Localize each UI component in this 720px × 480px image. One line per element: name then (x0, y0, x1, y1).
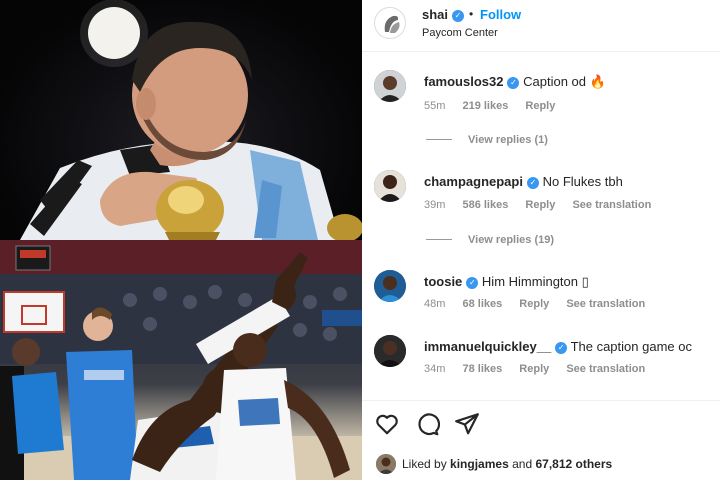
see-translation-button[interactable]: See translation (566, 298, 645, 310)
post-action-bar (362, 400, 720, 446)
avatar[interactable] (374, 335, 406, 367)
basketball-celebration-illustration (0, 240, 362, 480)
reply-button[interactable]: Reply (519, 298, 549, 310)
comment-username[interactable]: famouslos32 (424, 74, 503, 89)
liked-by-text: Liked by kingjames and 67,812 others (402, 457, 612, 471)
comment-likes[interactable]: 586 likes (462, 199, 508, 211)
comment-body: champagnepapi ✓ No Flukes tbh (424, 174, 623, 189)
reply-button[interactable]: Reply (525, 199, 555, 211)
view-replies-button[interactable]: View replies (19) (426, 234, 554, 246)
replies-divider (426, 139, 452, 140)
heart-icon (376, 414, 398, 435)
logo-icon (384, 15, 400, 33)
comment-time: 48m (424, 298, 446, 310)
comment-time: 55m (424, 100, 446, 112)
comment-meta: 48m 68 likes Reply See translation (424, 298, 659, 310)
see-translation-button[interactable]: See translation (566, 363, 645, 375)
post-sidebar: shai ✓ • Follow Paycom Center famouslos32… (362, 0, 720, 480)
verified-badge-icon: ✓ (555, 342, 568, 354)
comment-item: famouslos32 ✓ Caption od 🔥 55m 219 likes … (362, 64, 720, 148)
avatar[interactable] (374, 70, 406, 102)
comment-item: toosie ✓ Him Himmington ▯ 48m 68 likes Re… (362, 264, 720, 320)
liked-by-row: Liked by kingjames and 67,812 others (374, 452, 714, 474)
see-translation-button[interactable]: See translation (572, 199, 651, 211)
liked-by-and: and (512, 457, 533, 471)
trophy-kiss-illustration (20, 0, 362, 240)
verified-badge-icon: ✓ (526, 177, 539, 189)
comment-username[interactable]: immanuelquickley__ (424, 339, 551, 354)
comment-username[interactable]: toosie (424, 274, 462, 289)
post-username[interactable]: shai ✓ (422, 7, 465, 22)
user-photo-icon (374, 170, 406, 202)
comment-meta: 39m 586 likes Reply See translation (424, 199, 665, 211)
post-image-bottom (0, 240, 362, 480)
comment-likes[interactable]: 78 likes (462, 363, 502, 375)
verified-badge-icon: ✓ (507, 77, 520, 89)
comment-likes[interactable]: 219 likes (462, 100, 508, 112)
comment-time: 34m (424, 363, 446, 375)
comment-body: immanuelquickley__ ✓ The caption game oc (424, 339, 692, 354)
separator-dot: • (469, 7, 474, 21)
comment-likes[interactable]: 68 likes (462, 298, 502, 310)
user-photo-icon (374, 70, 406, 102)
avatar[interactable] (374, 270, 406, 302)
replies-divider (426, 239, 452, 240)
reply-button[interactable]: Reply (519, 363, 549, 375)
liked-by-prefix: Liked by (402, 457, 447, 471)
likes-count-button[interactable]: 67,812 others (535, 457, 612, 471)
reply-button[interactable]: Reply (525, 100, 555, 112)
comment-item: champagnepapi ✓ No Flukes tbh 39m 586 lik… (362, 164, 720, 254)
post-image[interactable] (0, 0, 362, 480)
comment-meta: 34m 78 likes Reply See translation (424, 363, 659, 375)
avatar[interactable] (376, 454, 396, 474)
avatar[interactable] (374, 170, 406, 202)
comment-text: The caption game oc (570, 339, 692, 354)
comment-time: 39m (424, 199, 446, 211)
user-photo-icon (374, 335, 406, 367)
post-header: shai ✓ • Follow Paycom Center (362, 0, 720, 52)
comment-body: famouslos32 ✓ Caption od 🔥 (424, 74, 606, 90)
view-replies-button[interactable]: View replies (1) (426, 134, 548, 146)
verified-badge-icon: ✓ (466, 277, 479, 289)
liked-by-user[interactable]: kingjames (450, 457, 509, 471)
comment-text: Him Himmington ▯ (481, 274, 589, 289)
post-location[interactable]: Paycom Center (422, 27, 498, 39)
comment-text: Caption od 🔥 (523, 74, 606, 89)
share-button[interactable] (454, 411, 480, 437)
comment-username[interactable]: champagnepapi (424, 174, 523, 189)
comment-button[interactable] (414, 411, 441, 437)
user-photo-icon (376, 454, 396, 474)
user-photo-icon (374, 270, 406, 302)
post-image-top (0, 0, 362, 240)
comment-text: No Flukes tbh (542, 174, 623, 189)
share-icon (455, 413, 479, 435)
comment-meta: 55m 219 likes Reply (424, 100, 569, 112)
comment-item: immanuelquickley__ ✓ The caption game oc … (362, 330, 720, 390)
verified-badge-icon: ✓ (452, 10, 465, 22)
like-button[interactable] (374, 411, 400, 437)
comment-icon (418, 413, 441, 436)
comment-body: toosie ✓ Him Himmington ▯ (424, 274, 589, 290)
follow-button[interactable]: Follow (480, 7, 521, 22)
avatar[interactable] (374, 7, 406, 39)
